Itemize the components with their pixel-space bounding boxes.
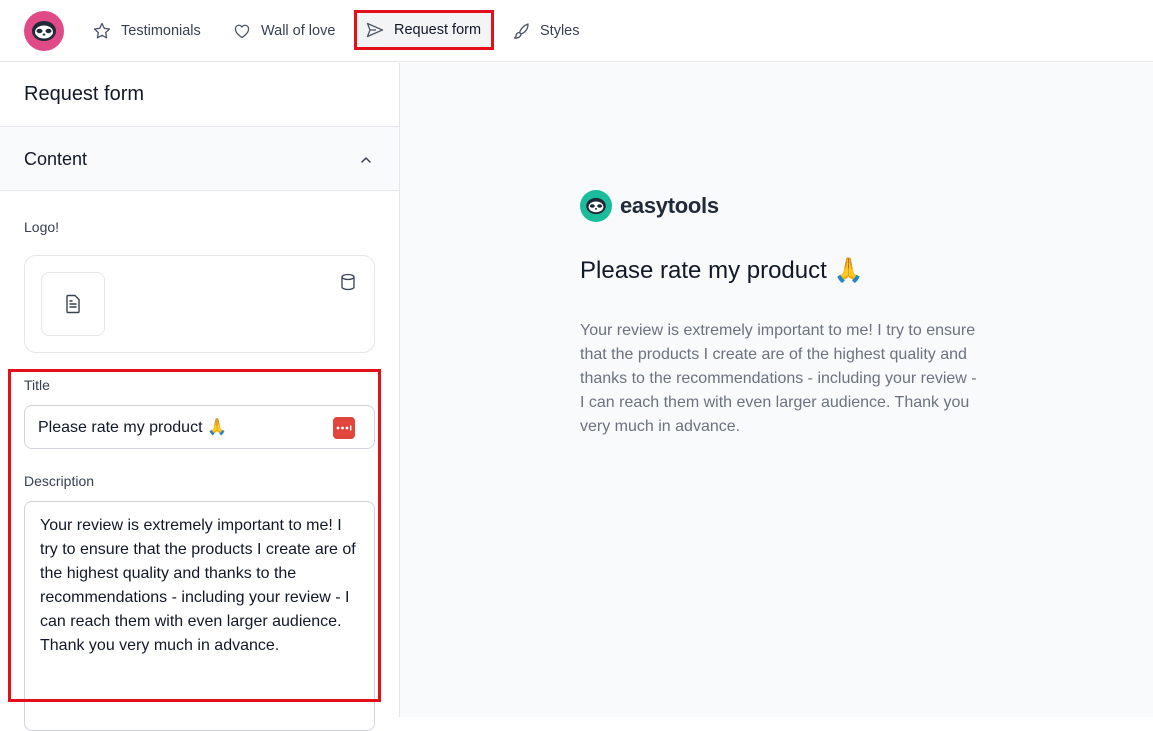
preview-title: Please rate my product 🙏 [580, 257, 864, 284]
logo-upload-area[interactable] [24, 255, 375, 353]
heart-icon [234, 24, 250, 39]
nav-testimonials[interactable]: Testimonials [84, 14, 209, 48]
logo-file-thumbnail[interactable] [41, 272, 105, 336]
more-icon [336, 425, 352, 431]
nav-label: Testimonials [121, 23, 201, 39]
description-label: Description [24, 473, 95, 489]
app-logo[interactable] [24, 11, 64, 51]
panel-title: Request form [24, 83, 145, 105]
form-preview: easytools Please rate my product 🙏 Your … [400, 63, 1153, 717]
star-icon [93, 22, 111, 39]
description-textarea[interactable]: Your review is extremely important to me… [24, 501, 375, 731]
content-section-header[interactable]: Content [0, 127, 399, 191]
sloth-logo-icon [586, 197, 606, 215]
brand: easytools [580, 190, 719, 222]
title-label: Title [24, 377, 50, 393]
editor-panel: Request form Content Logo! Title Please … [0, 63, 400, 731]
title-input-value: Please rate my product 🙏 [38, 419, 227, 436]
nav-label: Request form [394, 22, 482, 38]
nav-request-form[interactable]: Request form [354, 10, 495, 50]
section-title: Content [24, 149, 88, 169]
brand-logo [580, 190, 612, 222]
brand-name: easytools [620, 193, 719, 218]
nav-wall-of-love[interactable]: Wall of love [224, 14, 343, 48]
document-icon [66, 294, 80, 314]
database-icon[interactable] [340, 273, 356, 291]
nav-label: Wall of love [261, 23, 336, 39]
emoji-picker-button[interactable] [333, 417, 355, 439]
send-icon [366, 22, 384, 38]
preview-description: Your review is extremely important to me… [580, 322, 977, 435]
divider [0, 190, 399, 191]
nav-label: Styles [540, 23, 580, 39]
title-input[interactable]: Please rate my product 🙏 [24, 405, 375, 449]
brush-icon [513, 23, 529, 39]
top-navigation: Testimonials Wall of love Request form S… [0, 0, 1153, 62]
nav-styles[interactable]: Styles [503, 14, 588, 48]
chevron-up-icon[interactable] [358, 152, 374, 168]
logo-label: Logo! [24, 219, 60, 235]
sloth-logo-icon [32, 21, 56, 41]
